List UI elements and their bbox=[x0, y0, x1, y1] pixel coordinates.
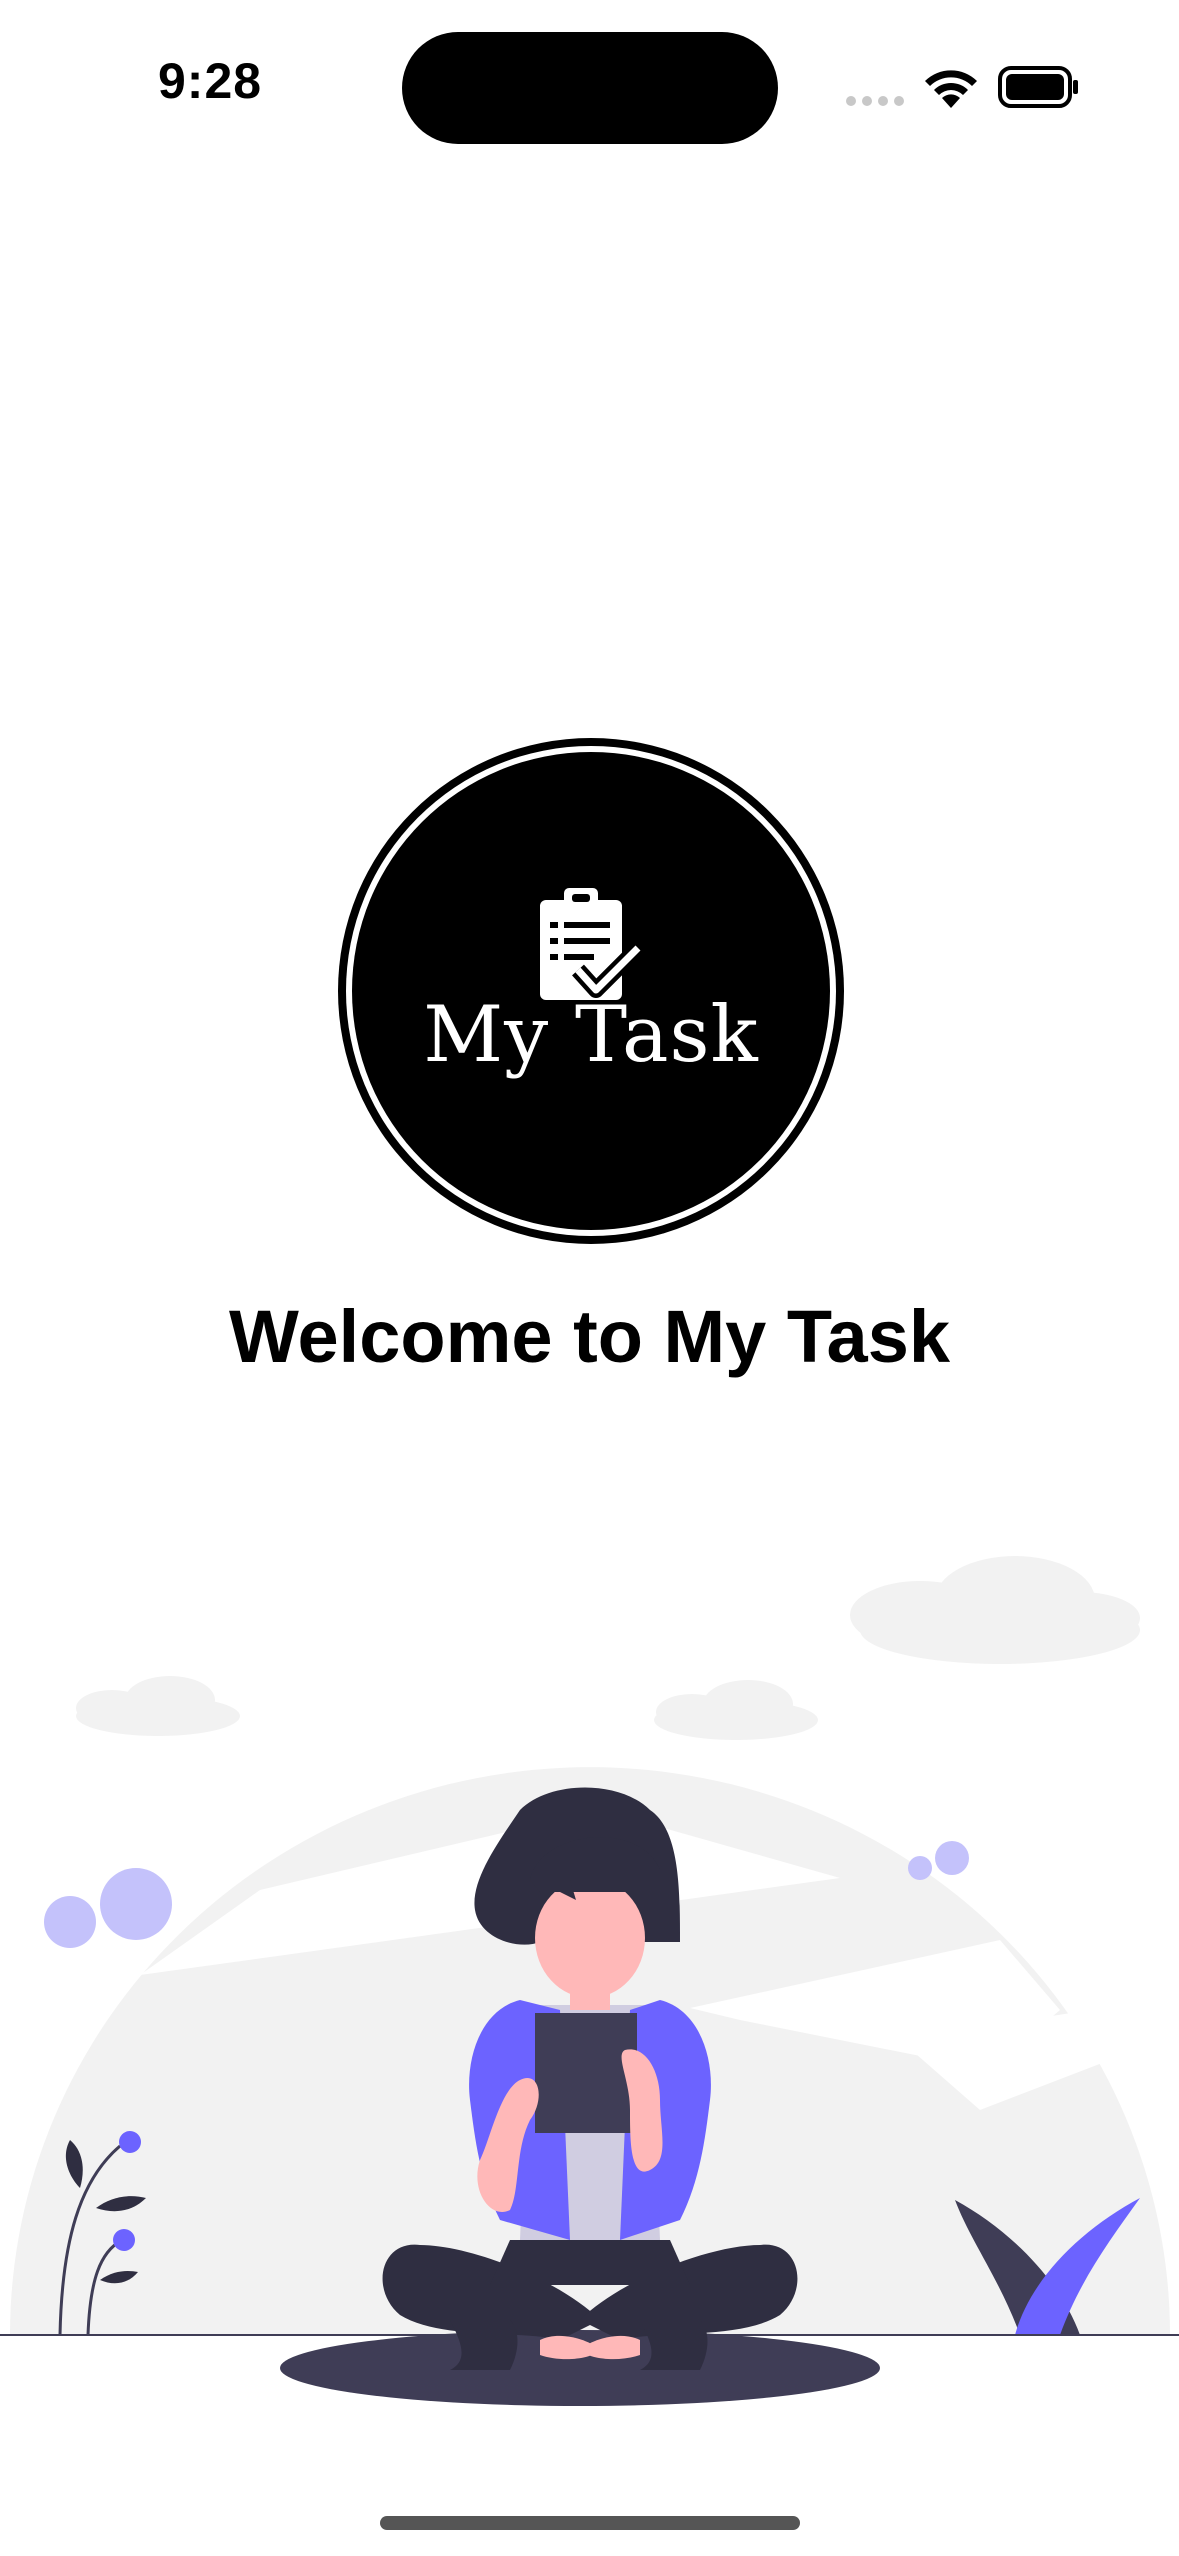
cloud-icon bbox=[76, 1676, 240, 1736]
welcome-title: Welcome to My Task bbox=[228, 1295, 951, 1378]
home-indicator[interactable] bbox=[380, 2516, 800, 2530]
logo-text: My Task bbox=[423, 990, 759, 1080]
woman-with-tablet-illustration bbox=[0, 1556, 1179, 2406]
welcome-screen: 9:28 My Task Welcome to My Task bbox=[0, 0, 1179, 2556]
dynamic-island bbox=[402, 32, 778, 144]
status-time: 9:28 bbox=[158, 53, 263, 109]
cellular-signal-icon bbox=[846, 96, 904, 106]
status-bar: 9:28 bbox=[0, 0, 1179, 170]
cloud-icon bbox=[850, 1556, 1140, 1664]
wifi-icon bbox=[925, 70, 977, 108]
cloud-icon bbox=[654, 1680, 818, 1740]
app-logo: My Task bbox=[338, 738, 844, 1244]
battery-icon bbox=[998, 66, 1078, 108]
clipboard-check-icon bbox=[540, 888, 644, 1000]
